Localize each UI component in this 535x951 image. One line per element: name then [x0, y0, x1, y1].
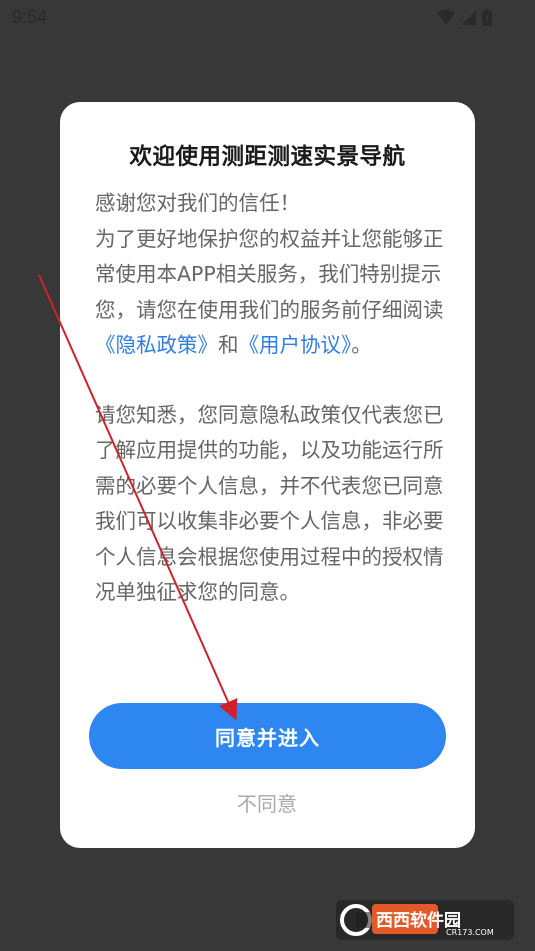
- consent-paragraph-2: 请您知悉，您同意隐私政策仅代表您已了解应用提供的功能，以及功能运行所需的必要个人…: [95, 402, 444, 605]
- disagree-button[interactable]: 不同意: [167, 784, 367, 820]
- status-icons: [435, 8, 499, 28]
- battery-icon: [482, 9, 492, 26]
- status-bar: 9:54: [0, 0, 535, 36]
- conjunction-text: 和: [218, 333, 239, 357]
- intro-line: 感谢您对我们的信任！: [95, 191, 300, 215]
- signal-icon: [461, 11, 476, 25]
- site-watermark: 西西软件园 CR173.COM: [336, 898, 516, 942]
- sentence-ending: 。: [351, 333, 372, 357]
- agree-and-enter-button[interactable]: 同意并进入: [89, 703, 446, 769]
- user-agreement-link[interactable]: 《用户协议》: [239, 333, 352, 357]
- dialog-title: 欢迎使用测距测速实景导航: [129, 144, 406, 170]
- consent-paragraph-1: 感谢您对我们的信任！ 为了更好地保护您的权益并让您能够正常使用本APP相关服务，我…: [95, 186, 445, 364]
- privacy-policy-link[interactable]: 《隐私政策》: [95, 333, 218, 357]
- watermark-domain: CR173.COM: [446, 928, 494, 937]
- status-time: 9:54: [12, 7, 48, 27]
- consent-text: 为了更好地保护您的权益并让您能够正常使用本APP相关服务，我们特别提示您，请您在…: [95, 226, 444, 322]
- app-screen: 9:54 欢迎使用测距测速实景导航 感谢您对我们的信任！ 为了更好地保护您的权益并…: [0, 0, 535, 951]
- dialog-body: 感谢您对我们的信任！ 为了更好地保护您的权益并让您能够正常使用本APP相关服务，我…: [95, 186, 445, 611]
- wifi-icon: [437, 9, 455, 25]
- privacy-consent-dialog: 欢迎使用测距测速实景导航 感谢您对我们的信任！ 为了更好地保护您的权益并让您能够正…: [60, 102, 475, 848]
